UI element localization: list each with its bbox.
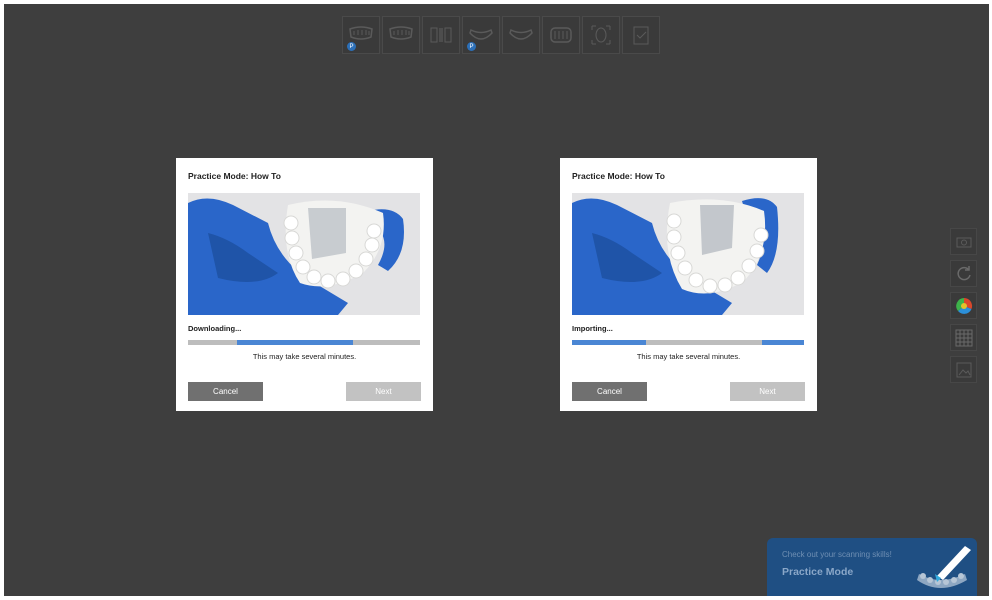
progress-bar	[572, 340, 804, 345]
next-button[interactable]: Next	[730, 382, 805, 401]
prep-badge: P	[467, 42, 476, 51]
dental-model-photo	[572, 193, 804, 315]
image-icon	[956, 362, 971, 377]
import-status: Importing...	[572, 324, 613, 333]
face-scan-tool[interactable]	[582, 16, 620, 54]
next-button[interactable]: Next	[346, 382, 421, 401]
checklist-icon	[633, 26, 649, 45]
dialog-title: Practice Mode: How To	[188, 171, 281, 181]
grid-icon	[955, 329, 972, 346]
camera-icon	[956, 237, 971, 247]
promo-subtitle: Check out your scanning skills!	[782, 550, 892, 559]
progress-fill	[236, 340, 353, 345]
app-canvas: P P Practice Mode: How To Downloading...…	[4, 4, 989, 596]
cancel-button[interactable]: Cancel	[572, 382, 647, 401]
review-tool[interactable]	[622, 16, 660, 54]
lower-jaw-icon	[509, 28, 533, 40]
practice-mode-promo[interactable]: Check out your scanning skills! Practice…	[767, 538, 977, 596]
side-toolbar	[950, 228, 977, 383]
dialog-title: Practice Mode: How To	[572, 171, 665, 181]
upper-jaw-icon	[389, 26, 413, 40]
promo-title: Practice Mode	[782, 566, 854, 578]
lower-jaw-prep-tool[interactable]: P	[462, 16, 500, 54]
scanner-jaw-icon	[917, 546, 971, 588]
refresh-button[interactable]	[950, 260, 977, 287]
lower-jaw-tool[interactable]	[502, 16, 540, 54]
refresh-icon	[956, 265, 971, 280]
download-status: Downloading...	[188, 324, 242, 333]
full-arch-icon	[550, 27, 572, 43]
dental-model-photo	[188, 193, 420, 315]
prep-badge: P	[347, 42, 356, 51]
practice-mode-dialog-downloading: Practice Mode: How To Downloading... Thi…	[176, 158, 433, 411]
grid-button[interactable]	[950, 324, 977, 351]
tray-in-hand-image	[188, 193, 420, 315]
progress-fill	[762, 340, 804, 345]
cancel-button[interactable]: Cancel	[188, 382, 263, 401]
image-button[interactable]	[950, 356, 977, 383]
progress-bar	[188, 340, 420, 345]
upper-jaw-prep-tool[interactable]: P	[342, 16, 380, 54]
color-button[interactable]	[950, 292, 977, 319]
bite-icon	[430, 27, 452, 43]
progress-fill	[572, 340, 647, 345]
color-wheel-icon	[955, 297, 972, 314]
tray-in-hand-image	[572, 193, 804, 315]
camera-button[interactable]	[950, 228, 977, 255]
wait-note: This may take several minutes.	[636, 352, 741, 361]
wait-note: This may take several minutes.	[252, 352, 357, 361]
bite-tool[interactable]	[422, 16, 460, 54]
face-scan-icon	[591, 25, 611, 45]
full-arch-tool[interactable]	[542, 16, 580, 54]
practice-mode-dialog-importing: Practice Mode: How To Importing... This …	[560, 158, 817, 411]
upper-jaw-tool[interactable]	[382, 16, 420, 54]
scan-stage-toolbar: P P	[342, 16, 660, 54]
